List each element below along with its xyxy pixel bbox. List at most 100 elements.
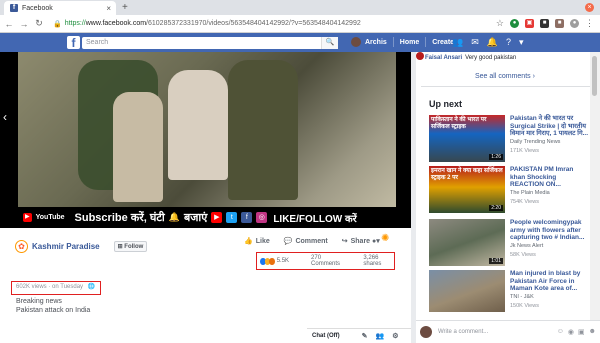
bookmark-star-icon[interactable]: ☆ xyxy=(496,18,504,29)
header-icons: 👥 ✉ 🔔 ? ▾ xyxy=(452,37,524,48)
share-label: Share xyxy=(350,238,371,245)
search-icon[interactable]: 🔍 xyxy=(321,37,338,49)
notifications-icon[interactable]: 🔔 xyxy=(487,37,498,48)
page-name-link[interactable]: Kashmir Paradise xyxy=(32,242,100,251)
divider xyxy=(421,86,593,87)
tab-close-icon[interactable]: × xyxy=(106,4,111,13)
comments-count[interactable]: 270 Comments xyxy=(311,255,343,267)
subscribe-banner: ▶ YouTube Subscribe करें, घंटी 🔔 बजाएं ▶… xyxy=(18,207,396,228)
page-logo-icon: ✺ xyxy=(381,233,390,244)
url-host: www.facebook.com xyxy=(85,20,147,27)
forward-arrow-icon[interactable]: → xyxy=(18,19,30,29)
friend-requests-icon[interactable]: 👥 xyxy=(452,37,463,48)
like-label: Like xyxy=(255,238,270,245)
instagram-icon: ◎ xyxy=(256,212,268,223)
up-next-item[interactable]: Man injured in blast by Pakistan Air For… xyxy=(429,270,580,322)
search-placeholder: Search xyxy=(86,39,109,46)
facebook-logo-icon[interactable]: f xyxy=(67,36,80,50)
extension-icons: ☆ ● ▣ ■ ■ ● ⋮ xyxy=(496,18,594,29)
description-line: Pakistan attack on India xyxy=(16,307,91,314)
camera-icon[interactable]: ◉ xyxy=(568,328,574,336)
video-figure xyxy=(168,70,228,180)
facebook-favicon-icon: f xyxy=(10,4,18,12)
extension-dark-icon[interactable]: ■ xyxy=(540,19,549,28)
address-bar: ← → ↻ 🔒 https://www.facebook.com/6102853… xyxy=(0,15,600,33)
new-tab-button[interactable]: + xyxy=(122,2,128,13)
window-close-icon[interactable]: × xyxy=(585,3,594,12)
sticker-icon[interactable]: ☻ xyxy=(589,328,596,336)
video-figure xyxy=(228,60,298,200)
up-next-item[interactable]: 1:01 People welcomingypak army with flow… xyxy=(429,219,584,271)
create-link[interactable]: Create xyxy=(432,39,454,46)
facebook-header: f Search 🔍 Archis Home Create 👥 ✉ 🔔 ? ▾ xyxy=(0,33,600,52)
share-icon: ↪ xyxy=(341,238,348,245)
youtube-icon: ▶ xyxy=(211,212,223,223)
extension-green-icon[interactable]: ● xyxy=(510,19,519,28)
scrollbar-thumb[interactable] xyxy=(592,56,597,96)
up-next-source[interactable]: The Plain Media xyxy=(510,190,550,196)
browser-tab-facebook[interactable]: f Facebook × xyxy=(4,1,116,15)
home-link[interactable]: Home xyxy=(400,39,419,46)
video-player[interactable]: ‹ xyxy=(0,52,411,228)
description-line: Breaking news xyxy=(16,298,62,305)
share-audience-icon[interactable]: ●▾ xyxy=(372,238,380,245)
video-thumbnail[interactable]: पाकिस्तान ने की भारत पर सर्जिकल स्ट्राइक… xyxy=(429,115,505,162)
comment-label: Comment xyxy=(295,238,328,245)
up-next-item[interactable]: पाकिस्तान ने की भारत पर सर्जिकल स्ट्राइक… xyxy=(429,115,588,167)
tab-title: Facebook xyxy=(22,4,53,12)
share-button[interactable]: ↪ Share ●▾ xyxy=(342,237,380,245)
thumbnail-text: इमरान खान ने क्या कहा सर्जिकल स्ट्राइक 2… xyxy=(431,168,503,181)
messenger-icon[interactable]: ✉ xyxy=(471,37,479,48)
commenter-avatar[interactable] xyxy=(416,52,424,60)
browser-tab-bar: f Facebook × + × xyxy=(0,0,600,15)
video-thumbnail[interactable] xyxy=(429,270,505,312)
comment-input[interactable]: Write a comment... xyxy=(438,329,557,335)
account-menu-icon[interactable]: ▾ xyxy=(519,37,524,48)
follow-button[interactable]: ⊞ Follow xyxy=(113,241,148,252)
up-next-source[interactable]: TNI - J&K xyxy=(510,294,534,300)
video-figure xyxy=(113,92,163,202)
thumbnail-text: पाकिस्तान ने की भारत पर सर्जिकल स्ट्राइक xyxy=(431,117,487,130)
profile-name-link[interactable]: Archis xyxy=(365,39,387,46)
group-chat-icon[interactable]: 👥 xyxy=(376,332,385,340)
up-next-title-link[interactable]: PAKISTAN PM Imran khan Shocking REACTION… xyxy=(510,166,590,189)
chat-settings-gear-icon[interactable]: ⚙ xyxy=(392,332,398,340)
shares-count[interactable]: 3,266 shares xyxy=(363,255,391,267)
reactions-count[interactable]: 5.5K xyxy=(277,258,289,264)
help-icon[interactable]: ? xyxy=(506,37,511,48)
browser-menu-icon[interactable]: ⋮ xyxy=(585,18,594,29)
comment-author-link[interactable]: Faisal Ansari xyxy=(425,55,462,61)
comment-button[interactable]: 💬 Comment xyxy=(284,237,328,245)
profile-avatar[interactable] xyxy=(351,37,361,47)
header-nav: Archis Home Create xyxy=(351,37,454,47)
see-all-label: See all comments xyxy=(475,73,531,80)
up-next-source[interactable]: Jk News Alert xyxy=(510,243,543,249)
nav-divider xyxy=(425,37,427,47)
url-field[interactable]: 🔒 https://www.facebook.com/6102853723319… xyxy=(53,17,443,30)
reload-icon[interactable]: ↻ xyxy=(33,18,45,29)
video-thumbnail[interactable]: इमरान खान ने क्या कहा सर्जिकल स्ट्राइक 2… xyxy=(429,166,505,213)
gif-icon[interactable]: ▣ xyxy=(578,328,585,336)
up-next-item[interactable]: इमरान खान ने क्या कहा सर्जिकल स्ट्राइक 2… xyxy=(429,166,579,218)
nav-divider xyxy=(392,37,394,47)
up-next-title-link[interactable]: People welcomingypak army with flowers a… xyxy=(510,219,590,242)
previous-video-arrow-icon[interactable]: ‹ xyxy=(3,110,7,124)
emoji-icon[interactable]: ☺ xyxy=(557,328,564,336)
video-thumbnail[interactable]: 1:01 xyxy=(429,219,505,266)
search-input[interactable]: Search 🔍 xyxy=(82,37,338,49)
back-arrow-icon[interactable]: ← xyxy=(3,19,15,29)
extension-circle-icon[interactable]: ● xyxy=(570,19,579,28)
see-all-comments-link[interactable]: See all comments › xyxy=(475,73,535,80)
up-next-source[interactable]: Daily Trending News xyxy=(510,139,560,145)
views-text: 602K views · on Tuesday xyxy=(16,284,84,290)
like-button[interactable]: 👍 Like xyxy=(244,237,270,245)
bell-text: बजाएं xyxy=(183,212,208,224)
page-avatar[interactable]: ✿ xyxy=(15,240,28,253)
up-next-title-link[interactable]: Man injured in blast by Pakistan Air For… xyxy=(510,270,590,293)
chat-label: Chat (Off) xyxy=(312,333,340,339)
extension-brown-icon[interactable]: ■ xyxy=(555,19,564,28)
up-next-title-link[interactable]: Pakistan ने की भारत पर Surgical Strike |… xyxy=(510,115,590,138)
new-message-icon[interactable]: ✎ xyxy=(362,332,368,340)
chat-bar[interactable]: Chat (Off) ✎ 👥 ⚙ xyxy=(307,328,411,343)
extension-red-icon[interactable]: ▣ xyxy=(525,19,534,28)
